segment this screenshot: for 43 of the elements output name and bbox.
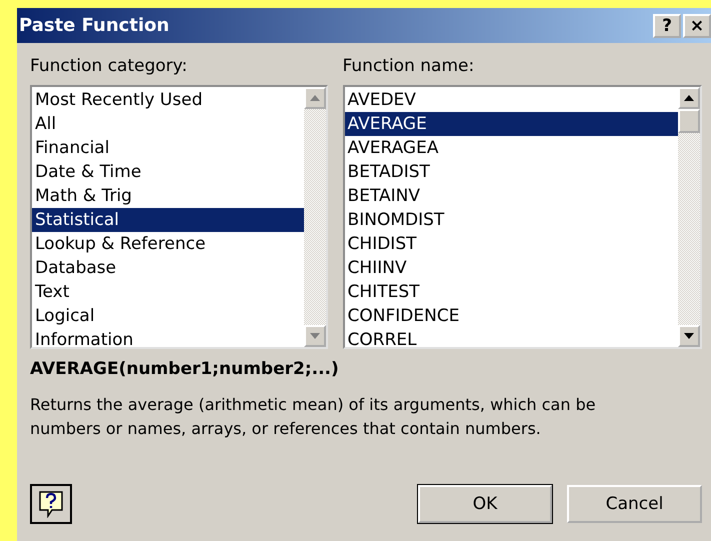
function-description: Returns the average (arithmetic mean) of its arguments, which can be numbers or names, arrays, or references that contain numbers. xyxy=(30,394,597,440)
scroll-up-button[interactable] xyxy=(678,87,700,109)
function-list[interactable]: Most Recently Used All Financial Date & Time Math & Trig Statistical Lookup & Reference Database Text Logical Information xyxy=(30,85,328,349)
up-arrow-icon xyxy=(310,95,320,101)
help-bubble-icon xyxy=(38,490,64,518)
scroll-thumb[interactable] xyxy=(678,109,700,133)
list-item[interactable]: Lookup & Reference xyxy=(32,232,304,256)
list-item[interactable]: Text xyxy=(32,280,304,304)
up-arrow-icon xyxy=(684,95,694,101)
list-item[interactable]: CORREL xyxy=(344,328,678,352)
help-button[interactable]: ? xyxy=(653,14,681,38)
function-list[interactable]: AVEDEV AVERAGE AVERAGEA BETADIST BETAINV BINOMDIST CHIDIST CHIINV CHITEST CONFIDENCE CORREL xyxy=(342,85,702,349)
list-item[interactable]: CHIDIST xyxy=(344,232,678,256)
list-item[interactable]: Logical xyxy=(32,304,304,328)
list-item[interactable]: Information xyxy=(32,328,304,352)
list-item[interactable]: Statistical xyxy=(32,208,304,232)
list-item[interactable]: CHITEST xyxy=(344,280,678,304)
list-item[interactable]: BETADIST xyxy=(344,160,678,184)
scrollbar[interactable] xyxy=(678,87,700,347)
list-item[interactable]: AVERAGE xyxy=(344,112,678,136)
help-button[interactable] xyxy=(30,484,72,524)
cancel-button[interactable]: Cancel xyxy=(567,485,702,523)
function-syntax: AVERAGE(number1;number2;...) xyxy=(30,359,340,379)
scroll-down-button[interactable] xyxy=(678,325,700,347)
list-label: Function name: xyxy=(342,56,476,76)
close-button[interactable]: × xyxy=(683,14,711,38)
list-label: Function category: xyxy=(30,56,188,76)
list-item[interactable]: All xyxy=(32,112,304,136)
list-item[interactable]: BETAINV xyxy=(344,184,678,208)
list-item[interactable]: Database xyxy=(32,256,304,280)
list-item[interactable]: Date & Time xyxy=(32,160,304,184)
down-arrow-icon xyxy=(684,333,694,339)
list-item[interactable]: AVERAGEA xyxy=(344,136,678,160)
list-item[interactable]: Financial xyxy=(32,136,304,160)
window-title: Paste Function xyxy=(19,15,170,36)
list-item[interactable]: AVEDEV xyxy=(344,88,678,112)
down-arrow-icon xyxy=(310,333,320,339)
list-item[interactable]: CONFIDENCE xyxy=(344,304,678,328)
list-item[interactable]: CHIINV xyxy=(344,256,678,280)
list-item[interactable]: Math & Trig xyxy=(32,184,304,208)
list-item[interactable]: BINOMDIST xyxy=(344,208,678,232)
list-item[interactable]: Most Recently Used xyxy=(32,88,304,112)
ok-button[interactable]: OK xyxy=(418,485,552,523)
